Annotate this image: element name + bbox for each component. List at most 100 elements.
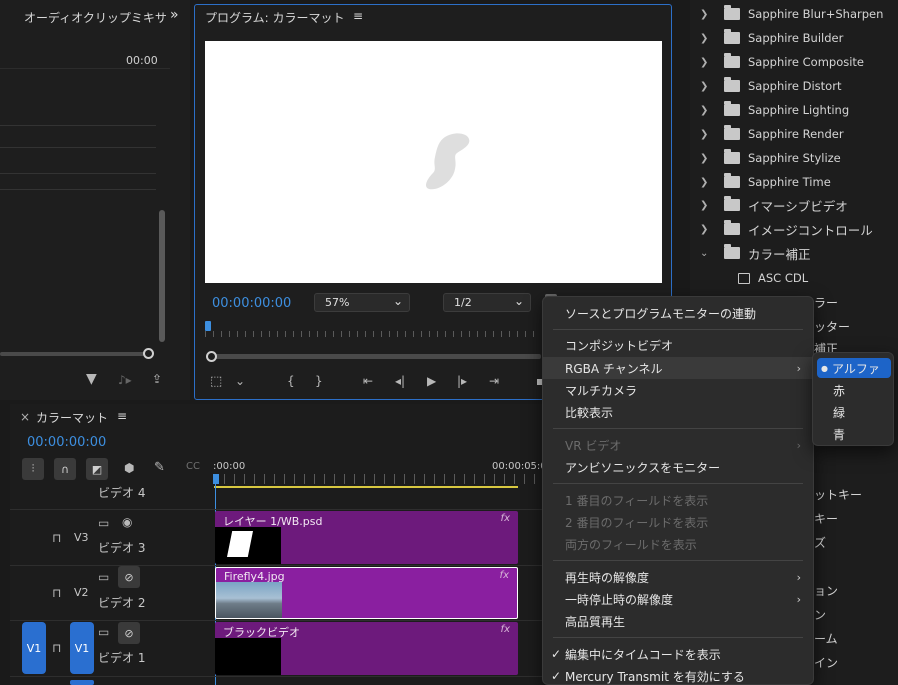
menu-ambisonics[interactable]: アンビソニックスをモニター [543, 456, 813, 478]
zoom-select[interactable]: 57% ⌄ [314, 293, 410, 312]
add-marker-icon[interactable]: ⬢ [124, 462, 134, 474]
safe-margins-icon[interactable]: ⬚ [210, 375, 222, 388]
monitor-zoom-bar[interactable] [211, 354, 541, 359]
export-icon[interactable]: ⇪ [152, 373, 162, 385]
menu-playback-resolution[interactable]: 再生時の解像度 › [543, 566, 813, 588]
mark-in-icon[interactable]: { [287, 375, 295, 387]
clip-black-video[interactable]: ブラックビデオ fx [215, 622, 518, 675]
resolution-select[interactable]: 1/2 ⌄ [443, 293, 531, 312]
menu-link-monitors[interactable]: ソースとプログラムモニターの連動 [543, 302, 813, 324]
camera-icon[interactable]: ▭ [98, 517, 109, 529]
fx-badge: fx [500, 624, 510, 635]
effects-folder-sapphire-stylize[interactable]: ❯ Sapphire Stylize [700, 146, 890, 170]
audio-mixer-title[interactable]: オーディオクリップミキサ [24, 9, 168, 26]
tree-label: Sapphire Stylize [748, 151, 841, 165]
effects-folder-sapphire-distort[interactable]: ❯ Sapphire Distort [700, 74, 890, 98]
menu-composite-video[interactable]: コンポジットビデオ [543, 334, 813, 356]
track-id-v2[interactable]: V2 [74, 586, 89, 599]
menu-rgba-channels[interactable]: RGBA チャンネル › [543, 357, 813, 379]
checkmark-icon: ✓ [551, 647, 562, 661]
effects-folder-sapphire-builder[interactable]: ❯ Sapphire Builder [700, 26, 890, 50]
chevron-right-icon: ❯ [700, 104, 709, 116]
source-patch-v1[interactable]: V1 [22, 622, 46, 674]
mixer-hscroll[interactable] [0, 352, 148, 356]
menu-mercury-transmit[interactable]: ✓ Mercury Transmit を有効にする [543, 665, 813, 685]
eye-icon[interactable]: ◉ [122, 516, 132, 528]
submenu-blue[interactable]: 青 [817, 424, 891, 444]
timeline-ruler[interactable] [214, 474, 544, 484]
step-back-icon[interactable]: ◂| [395, 375, 405, 387]
expand-panels-icon[interactable]: » [170, 8, 179, 22]
effects-folder-sapphire-composite[interactable]: ❯ Sapphire Composite [700, 50, 890, 74]
effects-folder-sapphire-render[interactable]: ❯ Sapphire Render [700, 122, 890, 146]
menu-label: VR ビデオ [565, 438, 622, 453]
lock-icon[interactable]: ⊓ [52, 642, 61, 654]
go-to-out-icon[interactable]: ⇥ [489, 375, 499, 387]
menu-label: 編集中にタイムコードを表示 [565, 647, 721, 662]
play-icon[interactable]: ▶ [427, 375, 436, 387]
menu-paused-resolution[interactable]: 一時停止時の解像度 › [543, 588, 813, 610]
effects-folder-sapphire-blur[interactable]: ❯ Sapphire Blur+Sharpen [700, 2, 890, 26]
menu-high-quality-playback[interactable]: 高品質再生 [543, 610, 813, 632]
effects-folder-image-control[interactable]: ❯ イメージコントロール [700, 217, 890, 241]
timeline-playhead[interactable] [213, 474, 219, 484]
menu-compare-view[interactable]: 比較表示 [543, 401, 813, 423]
lock-icon[interactable]: ⊓ [52, 587, 61, 599]
effect-asc-cdl[interactable]: ASC CDL [738, 266, 898, 290]
lock-icon[interactable]: ⊓ [52, 532, 61, 544]
submenu-label: 赤 [833, 383, 846, 398]
effects-folder-immersive[interactable]: ❯ イマーシブビデオ [700, 193, 890, 217]
mixer-area [0, 68, 170, 348]
mark-out-icon[interactable]: } [315, 375, 323, 387]
effects-folder-color-correction[interactable]: ⌄ カラー補正 [700, 241, 890, 265]
timeline-title[interactable]: カラーマット [36, 409, 108, 426]
effects-folder-sapphire-time[interactable]: ❯ Sapphire Time [700, 170, 890, 194]
filter-icon[interactable]: ▼ [86, 372, 97, 386]
camera-icon[interactable]: ▭ [98, 571, 109, 583]
go-to-in-icon[interactable]: ⇤ [363, 375, 373, 387]
clip-firefly4[interactable]: Firefly4.jpg fx [215, 567, 518, 619]
eye-hidden-icon[interactable]: ⊘ [118, 566, 140, 588]
submenu-alpha[interactable]: ● アルファ [817, 358, 891, 378]
nest-sequence-icon[interactable]: ⫶ [22, 458, 44, 480]
timeline-timecode[interactable]: 00:00:00:00 [27, 435, 106, 450]
timeline-menu-icon[interactable]: ≡ [117, 409, 127, 423]
tree-label: Sapphire Composite [748, 55, 865, 69]
chevron-right-icon: ❯ [700, 128, 709, 140]
camera-icon[interactable]: ▭ [98, 626, 109, 638]
eye-hidden-icon[interactable]: ⊘ [118, 622, 140, 644]
menu-label: アンビソニックスをモニター [565, 460, 721, 475]
chevron-down-icon[interactable]: ⌄ [235, 375, 245, 387]
monitor-ruler[interactable] [205, 323, 541, 337]
track-target-v1[interactable]: V1 [70, 622, 94, 674]
snap-magnet-icon[interactable]: ∩ [54, 458, 76, 480]
zoom-bar-handle[interactable] [206, 351, 217, 362]
clip-layer-wb[interactable]: レイヤー 1/WB.psd fx [215, 511, 518, 564]
submenu-red[interactable]: 赤 [817, 380, 891, 400]
track-name-v1: ビデオ 1 [98, 651, 146, 665]
linked-selection-icon[interactable]: ◩ [86, 458, 108, 480]
wrench-icon[interactable]: ✎ [154, 461, 165, 474]
menu-multicam[interactable]: マルチカメラ [543, 379, 813, 401]
close-icon[interactable]: × [20, 410, 30, 424]
step-forward-icon[interactable]: |▸ [457, 375, 467, 387]
menu-label: 2 番目のフィールドを表示 [565, 515, 709, 530]
program-menu-icon[interactable]: ≡ [353, 9, 363, 23]
menu-show-timecode[interactable]: ✓ 編集中にタイムコードを表示 [543, 643, 813, 665]
program-monitor-title[interactable]: プログラム: カラーマット [205, 9, 345, 26]
tree-label: Sapphire Lighting [748, 103, 850, 117]
effects-folder-sapphire-lighting[interactable]: ❯ Sapphire Lighting [700, 98, 890, 122]
program-timecode[interactable]: 00:00:00:00 [212, 296, 291, 311]
work-area-bar[interactable] [214, 486, 518, 488]
captions-icon[interactable]: CC [186, 462, 200, 472]
audio-send-icon[interactable]: ♪▸ [118, 374, 132, 386]
mixer-hscroll-handle[interactable] [143, 348, 154, 359]
playhead-marker[interactable] [205, 321, 211, 331]
folder-open-icon [724, 244, 740, 259]
menu-label: コンポジットビデオ [565, 338, 674, 353]
track-id-v3[interactable]: V3 [74, 531, 89, 544]
submenu-green[interactable]: 緑 [817, 402, 891, 422]
effect-icon [738, 272, 750, 284]
mixer-scrollbar[interactable] [159, 210, 165, 342]
chevron-right-icon: ❯ [700, 56, 709, 68]
